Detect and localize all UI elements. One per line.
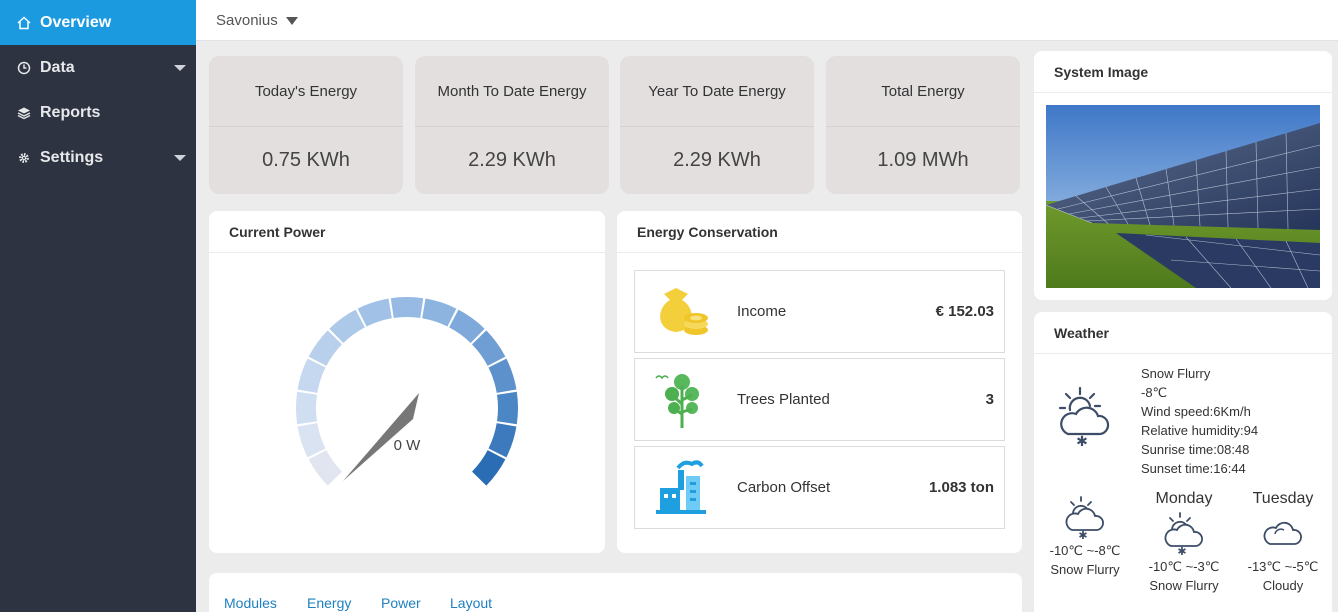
gauge-segment	[488, 358, 517, 393]
detail-tabs: Modules Energy Power Layout	[209, 573, 1022, 612]
forecast-condition: Cloudy	[1262, 578, 1304, 593]
conservation-label: Carbon Offset	[737, 479, 831, 496]
panel-title: Current Power	[209, 211, 605, 253]
conservation-value: 3	[985, 391, 994, 408]
kpi-value: 0.75 KWh	[262, 149, 350, 171]
gauge-segment	[422, 298, 457, 327]
topbar: Savonius	[196, 0, 1338, 41]
conservation-row-trees: Trees Planted 3	[634, 358, 1005, 441]
energy-conservation-panel: Energy Conservation Income € 152.03 Tree…	[617, 211, 1022, 553]
sidebar: Overview Data Reports Settings	[0, 0, 196, 612]
sidebar-item-overview[interactable]: Overview	[0, 0, 196, 45]
weather-wind: Wind speed:6Km/h	[1141, 404, 1251, 419]
sidebar-item-label: Data	[40, 58, 75, 76]
forecast-tuesday: Tuesday -13℃ ~-5℃ Cloudy	[1240, 490, 1326, 593]
kpi-title: Month To Date Energy	[437, 82, 587, 100]
forecast-monday: Monday ✱ -10℃ ~-3℃ Snow Flurry	[1141, 490, 1227, 593]
forecast-range: -13℃ ~-5℃	[1247, 559, 1319, 574]
conservation-label: Income	[737, 303, 787, 320]
conservation-row-carbon: Carbon Offset 1.083 ton	[634, 446, 1005, 529]
layers-icon	[16, 105, 32, 121]
sidebar-item-data[interactable]: Data	[0, 45, 196, 90]
sidebar-item-reports[interactable]: Reports	[0, 90, 196, 135]
gauge-value: 0 W	[394, 437, 422, 454]
gauge-segment	[357, 298, 392, 327]
gauge-segment	[296, 391, 317, 425]
forecast-range: -10℃ ~-3℃	[1148, 559, 1220, 574]
site-selector[interactable]: Savonius	[216, 12, 298, 29]
weather-temperature: -8℃	[1141, 385, 1168, 400]
system-image-panel: System Image	[1034, 51, 1332, 300]
svg-text:✱: ✱	[1076, 434, 1088, 450]
sidebar-item-settings[interactable]: Settings	[0, 135, 196, 180]
snow-cloud-icon: ✱	[1056, 384, 1114, 455]
kpi-card-month: Month To Date Energy 2.29 KWh	[415, 56, 609, 194]
panel-title: System Image	[1034, 51, 1332, 93]
kpi-value: 1.09 MWh	[877, 149, 969, 171]
weather-panel: Weather ✱ Snow Flurry -8℃ Wind speed:6Km…	[1034, 312, 1332, 612]
site-name: Savonius	[216, 12, 278, 29]
gear-icon	[16, 150, 32, 166]
tab-power[interactable]: Power	[381, 595, 421, 611]
kpi-card-year: Year To Date Energy 2.29 KWh	[620, 56, 814, 194]
gauge-segment	[497, 391, 518, 425]
svg-text:✱: ✱	[1078, 529, 1087, 540]
forecast-day: Monday	[1155, 490, 1213, 507]
tab-layout[interactable]: Layout	[450, 595, 492, 611]
current-power-panel: Current Power 0 W	[209, 211, 605, 553]
snow-cloud-icon: ✱	[1065, 496, 1104, 542]
kpi-value: 2.29 KWh	[468, 149, 556, 171]
panel-title: Energy Conservation	[617, 211, 1022, 253]
sidebar-item-label: Reports	[40, 103, 101, 121]
clock-icon	[16, 60, 32, 76]
gauge-segment	[297, 358, 326, 393]
power-gauge: 0 W	[296, 297, 518, 486]
chevron-down-icon	[174, 65, 186, 71]
kpi-card-total: Total Energy 1.09 MWh	[826, 56, 1020, 194]
snow-cloud-icon: ✱	[1164, 512, 1203, 558]
kpi-card-today: Today's Energy 0.75 KWh	[209, 56, 403, 194]
chevron-down-icon	[174, 155, 186, 161]
money-bag-icon	[647, 282, 717, 342]
solar-panel-image	[1046, 105, 1320, 288]
weather-sunrise: Sunrise time:08:48	[1141, 442, 1250, 457]
gauge-segment	[297, 423, 326, 458]
forecast-condition: Snow Flurry	[1050, 562, 1120, 577]
tab-modules[interactable]: Modules	[224, 595, 277, 611]
cloud-icon	[1263, 521, 1302, 545]
gauge-segment	[472, 450, 506, 486]
home-icon	[16, 15, 32, 31]
tree-icon	[647, 370, 717, 430]
panel-title: Weather	[1034, 312, 1332, 354]
forecast-range: -10℃ ~-8℃	[1049, 543, 1121, 558]
conservation-value: € 152.03	[935, 303, 994, 320]
kpi-title: Total Energy	[881, 82, 965, 100]
weather-condition: Snow Flurry	[1141, 366, 1211, 381]
forecast-condition: Snow Flurry	[1149, 578, 1219, 593]
conservation-value: 1.083 ton	[928, 479, 994, 496]
gauge-segment	[488, 423, 517, 458]
current-weather-details: Snow Flurry -8℃ Wind speed:6Km/h Relativ…	[1141, 364, 1258, 478]
forecast-today: ✱ -10℃ ~-8℃ Snow Flurry	[1042, 494, 1128, 577]
conservation-row-income: Income € 152.03	[634, 270, 1005, 353]
forecast-day: Tuesday	[1252, 490, 1314, 507]
tab-energy[interactable]: Energy	[307, 595, 351, 611]
svg-text:✱: ✱	[1177, 545, 1186, 556]
weather-humidity: Relative humidity:94	[1141, 423, 1259, 438]
kpi-title: Today's Energy	[254, 82, 358, 100]
gauge-arc	[296, 297, 518, 486]
weather-sunset: Sunset time:16:44	[1141, 461, 1246, 476]
conservation-label: Trees Planted	[737, 391, 830, 408]
gauge-segment	[308, 450, 342, 486]
sidebar-item-label: Settings	[40, 148, 104, 166]
sidebar-item-label: Overview	[40, 13, 112, 31]
chevron-down-icon	[285, 16, 298, 25]
kpi-value: 2.29 KWh	[673, 149, 761, 171]
gauge-segment	[390, 297, 424, 318]
kpi-title: Year To Date Energy	[648, 82, 786, 100]
factory-icon	[647, 458, 717, 518]
